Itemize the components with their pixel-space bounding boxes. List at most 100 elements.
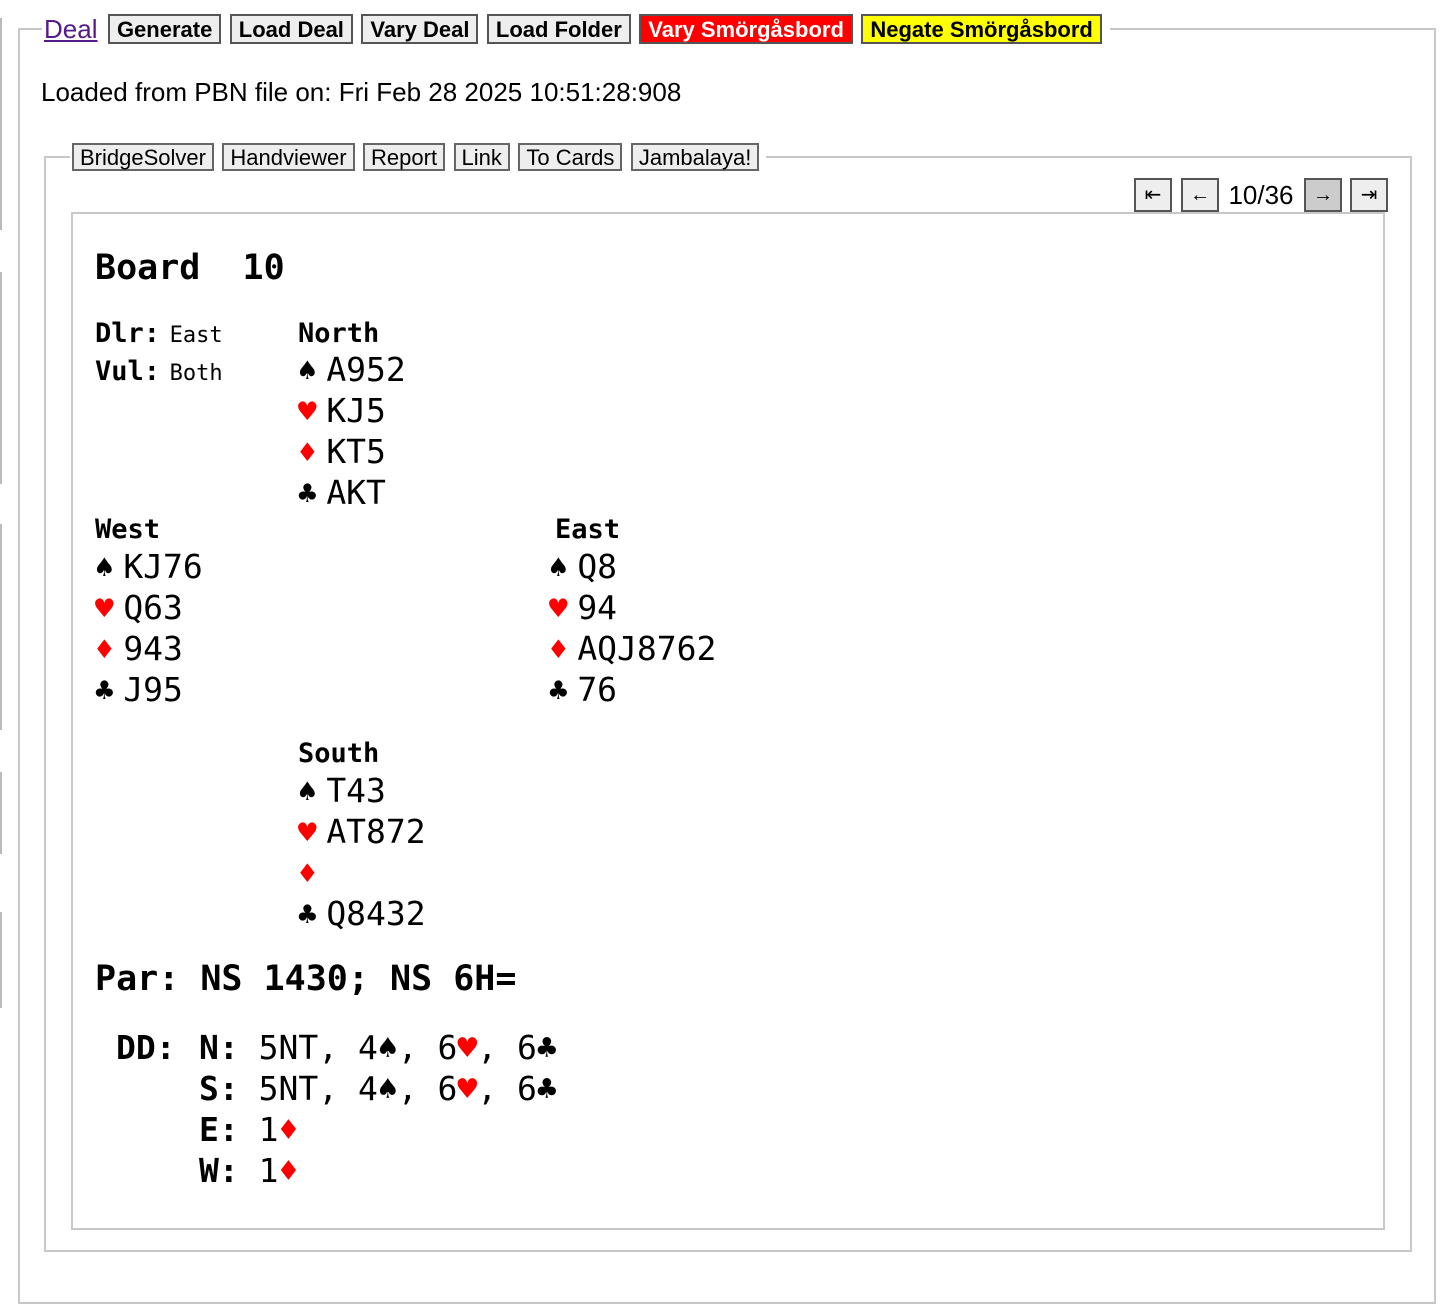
edge-mark bbox=[0, 912, 2, 1008]
club-icon: ♣ bbox=[95, 673, 114, 709]
south-diamonds: ♦ bbox=[298, 853, 326, 892]
deal-link[interactable]: Deal bbox=[44, 14, 97, 44]
north-spades: ♠ A952 bbox=[298, 350, 406, 389]
diamond-icon: ♦ bbox=[549, 632, 568, 668]
spade-icon: ♠ bbox=[377, 1028, 398, 1067]
east-hearts: ♥ 94 bbox=[549, 588, 617, 627]
dd-seat: N: bbox=[199, 1028, 239, 1067]
spade-icon: ♠ bbox=[377, 1069, 398, 1108]
dd-nt: 5NT, bbox=[258, 1028, 339, 1067]
link-button[interactable]: Link bbox=[453, 142, 510, 171]
bridgesolver-button[interactable]: BridgeSolver bbox=[72, 142, 214, 171]
dd-tricks: 6 bbox=[437, 1069, 458, 1108]
first-board-button[interactable]: ⇤ bbox=[1134, 178, 1172, 212]
heart-icon: ♥ bbox=[457, 1069, 478, 1108]
north-clubs: ♣ AKT bbox=[298, 473, 386, 512]
dd-nt: 5NT, bbox=[258, 1069, 339, 1108]
east-diamonds: ♦ AQJ8762 bbox=[549, 629, 716, 668]
dd-tricks: 6 bbox=[516, 1028, 537, 1067]
edge-mark bbox=[0, 272, 2, 484]
north-label: North bbox=[298, 318, 380, 349]
south-clubs: ♣ Q8432 bbox=[298, 894, 426, 933]
generate-button[interactable]: Generate bbox=[107, 14, 222, 44]
card-holding: J95 bbox=[123, 670, 183, 709]
to-cards-button[interactable]: To Cards bbox=[518, 142, 623, 171]
next-board-button[interactable]: → bbox=[1304, 178, 1342, 212]
dd-seat: W: bbox=[199, 1151, 239, 1190]
load-folder-button[interactable]: Load Folder bbox=[486, 14, 631, 44]
dd-row-east: E: 1♦ bbox=[199, 1110, 298, 1149]
dd-tricks: 4 bbox=[357, 1028, 378, 1067]
east-label: East bbox=[555, 514, 621, 545]
south-hearts: ♥ AT872 bbox=[298, 812, 426, 851]
dealer-label: Dlr: bbox=[95, 318, 161, 349]
dd-label: DD: bbox=[116, 1028, 176, 1067]
diamond-icon: ♦ bbox=[278, 1110, 299, 1149]
spade-icon: ♠ bbox=[298, 353, 317, 389]
card-holding: Q63 bbox=[123, 588, 183, 627]
card-holding: Q8 bbox=[577, 547, 618, 586]
club-icon: ♣ bbox=[298, 476, 317, 512]
board-counter: 10/36 bbox=[1228, 180, 1294, 210]
card-holding: Q8432 bbox=[326, 894, 426, 933]
diamond-icon: ♦ bbox=[278, 1151, 299, 1190]
board-title: Board 10 bbox=[95, 248, 285, 288]
last-board-button[interactable]: ⇥ bbox=[1350, 178, 1388, 212]
spade-icon: ♠ bbox=[298, 774, 317, 810]
heart-icon: ♥ bbox=[95, 591, 114, 627]
card-holding: AKT bbox=[326, 473, 386, 512]
dd-tricks: 6 bbox=[437, 1028, 458, 1067]
card-holding: KJ76 bbox=[123, 547, 203, 586]
card-holding: 943 bbox=[123, 629, 183, 668]
vul-line: Vul: Both bbox=[95, 356, 223, 387]
load-deal-button[interactable]: Load Deal bbox=[229, 14, 353, 44]
dd-tricks: 1 bbox=[258, 1151, 279, 1190]
negate-smorgasbord-button[interactable]: Negate Smörgåsbord bbox=[861, 14, 1102, 44]
west-hearts: ♥ Q63 bbox=[95, 588, 183, 627]
edge-mark bbox=[0, 524, 2, 730]
report-button[interactable]: Report bbox=[363, 142, 446, 171]
west-spades: ♠ KJ76 bbox=[95, 547, 203, 586]
club-icon: ♣ bbox=[549, 673, 568, 709]
diamond-icon: ♦ bbox=[95, 632, 114, 668]
south-spades: ♠ T43 bbox=[298, 771, 386, 810]
dd-row-north: N: 5NT, 4♠, 6♥, 6♣ bbox=[199, 1028, 557, 1067]
prev-board-button[interactable]: ← bbox=[1181, 178, 1219, 212]
south-label: South bbox=[298, 738, 380, 769]
club-icon: ♣ bbox=[536, 1069, 557, 1108]
card-holding: AT872 bbox=[326, 812, 426, 851]
card-holding: 94 bbox=[577, 588, 618, 627]
club-icon: ♣ bbox=[536, 1028, 557, 1067]
dd-row-west: W: 1♦ bbox=[199, 1151, 298, 1190]
dd-seat: S: bbox=[199, 1069, 239, 1108]
card-holding: KJ5 bbox=[326, 391, 386, 430]
dd-row-south: S: 5NT, 4♠, 6♥, 6♣ bbox=[199, 1069, 557, 1108]
heart-icon: ♥ bbox=[298, 815, 317, 851]
north-hearts: ♥ KJ5 bbox=[298, 391, 386, 430]
heart-icon: ♥ bbox=[298, 394, 317, 430]
dd-tricks: 1 bbox=[258, 1110, 279, 1149]
vul-label: Vul: bbox=[95, 356, 161, 387]
east-spades: ♠ Q8 bbox=[549, 547, 617, 586]
heart-icon: ♥ bbox=[549, 591, 568, 627]
west-diamonds: ♦ 943 bbox=[95, 629, 183, 668]
dd-tricks: 6 bbox=[516, 1069, 537, 1108]
north-diamonds: ♦ KT5 bbox=[298, 432, 386, 471]
west-label: West bbox=[95, 514, 161, 545]
vary-smorgasbord-button[interactable]: Vary Smörgåsbord bbox=[639, 14, 853, 44]
east-clubs: ♣ 76 bbox=[549, 670, 617, 709]
card-holding: A952 bbox=[326, 350, 406, 389]
diamond-icon: ♦ bbox=[298, 435, 317, 471]
dealer-value: East bbox=[169, 323, 223, 348]
vary-deal-button[interactable]: Vary Deal bbox=[361, 14, 479, 44]
jambalaya-button[interactable]: Jambalaya! bbox=[630, 142, 760, 171]
handviewer-button[interactable]: Handviewer bbox=[222, 142, 355, 171]
par-result: Par: NS 1430; NS 6H= bbox=[95, 959, 517, 999]
heart-icon: ♥ bbox=[457, 1028, 478, 1067]
deal-toolbar: Deal Generate Load Deal Vary Deal Load F… bbox=[42, 14, 1110, 44]
card-holding: T43 bbox=[326, 771, 386, 810]
vul-value: Both bbox=[169, 361, 223, 386]
club-icon: ♣ bbox=[298, 897, 317, 933]
card-holding: KT5 bbox=[326, 432, 386, 471]
dealer-line: Dlr: East bbox=[95, 318, 223, 349]
